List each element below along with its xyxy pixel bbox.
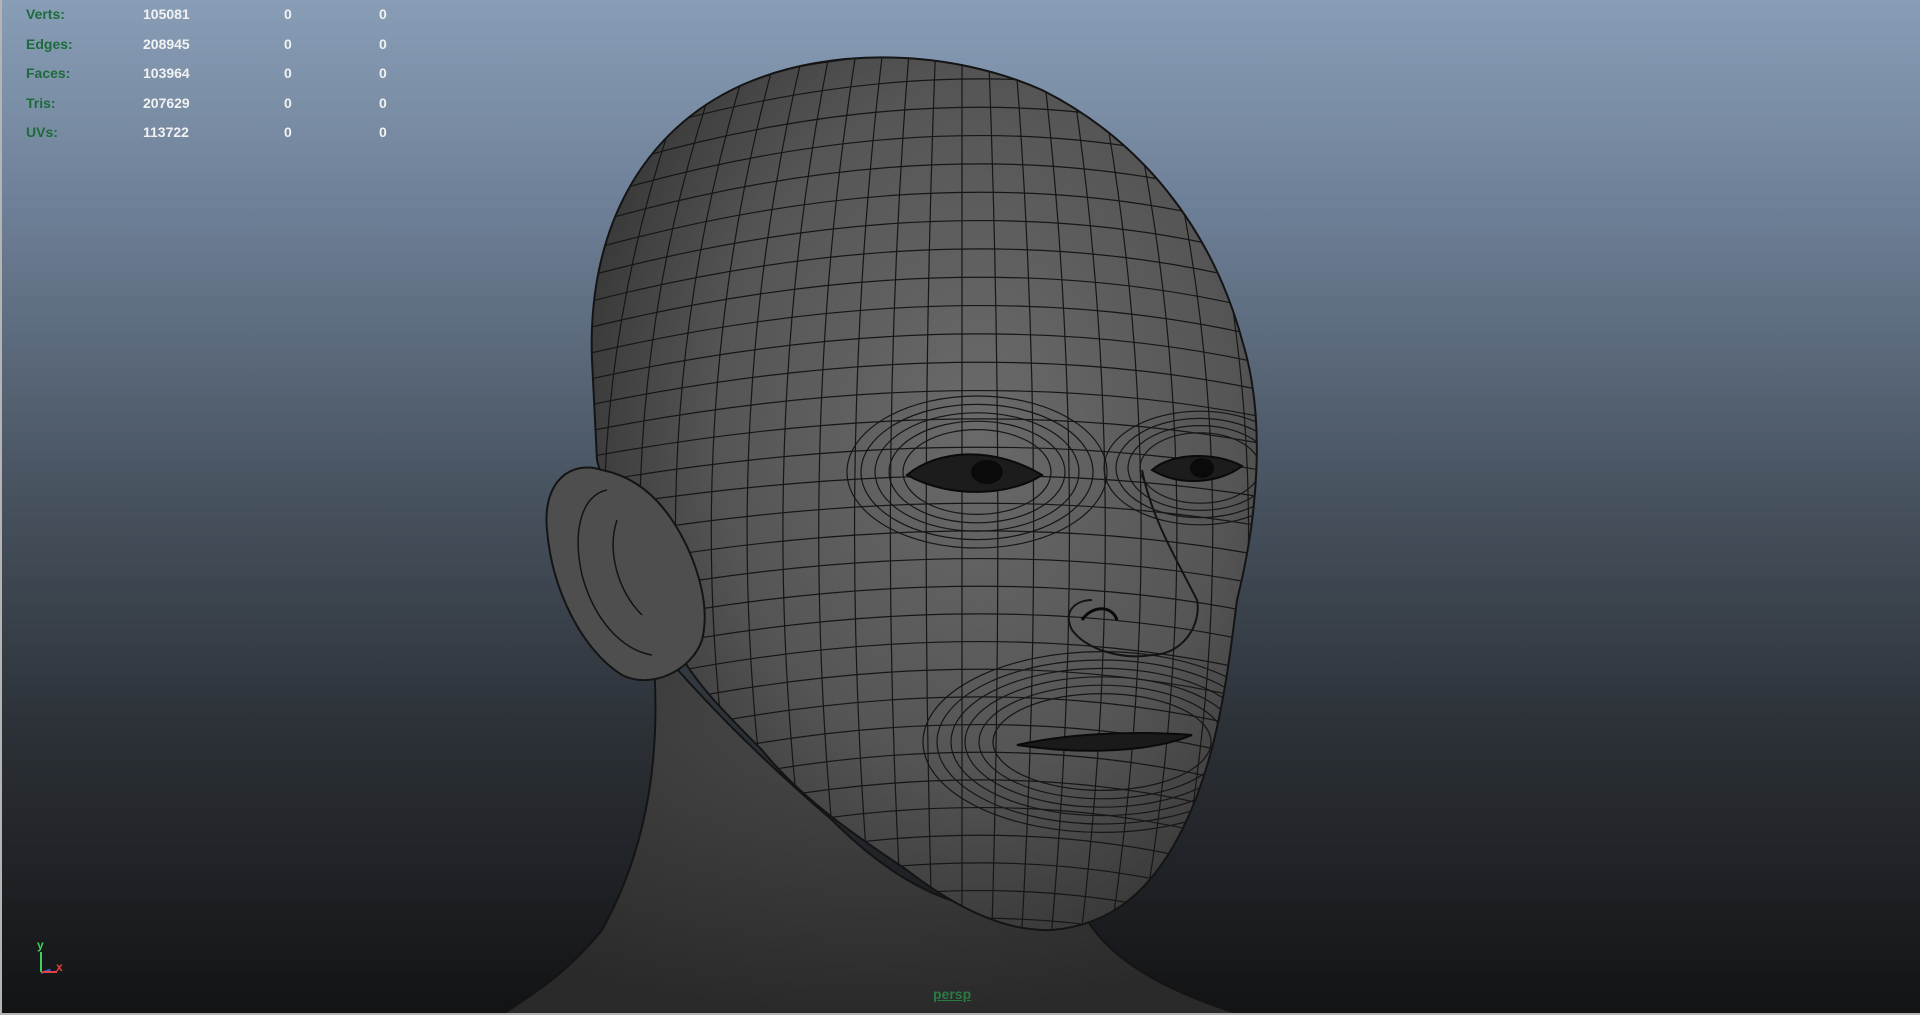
axis-x-label: x: [56, 960, 63, 974]
hud-component: 0: [379, 65, 387, 81]
hud-selected: 0: [284, 65, 292, 81]
hud-component: 0: [379, 94, 387, 111]
hud-row-uvs: UVs: 113722 0 0: [26, 118, 406, 148]
hud-selected: 0: [284, 94, 292, 111]
wire-edge: [1247, 57, 1257, 931]
hud-selected: 0: [284, 35, 292, 52]
hud-label: Verts:: [26, 6, 65, 22]
hud-total: 208945: [143, 35, 190, 52]
hud-row-tris: Tris: 207629 0 0: [26, 89, 406, 119]
xyz-axis-icon: y x: [32, 938, 72, 980]
viewport-persp[interactable]: Verts: 105081 0 0 Edges: 208945 0 0 Face…: [0, 0, 1920, 1015]
wire-edge: [1326, 40, 1463, 960]
hud-label: Faces:: [26, 65, 71, 81]
axis-x-line: [41, 971, 57, 973]
hud-row-edges: Edges: 208945 0 0: [26, 30, 406, 60]
hud-component: 0: [379, 35, 387, 52]
hud-row-faces: Faces: 103964 0 0: [26, 59, 406, 89]
hud-label: Edges:: [26, 35, 73, 52]
poly-count-hud: Verts: 105081 0 0 Edges: 208945 0 0 Face…: [26, 0, 406, 148]
head-mesh[interactable]: [2, 0, 1920, 1015]
hud-label: UVs:: [26, 124, 58, 140]
wire-edge: [1274, 40, 1392, 960]
hud-label: Tris:: [26, 94, 56, 111]
hud-total: 113722: [143, 124, 189, 140]
camera-name-label[interactable]: persp: [933, 986, 971, 1002]
hud-row-verts: Verts: 105081 0 0: [26, 0, 406, 30]
hud-selected: 0: [284, 124, 292, 140]
hud-component: 0: [379, 124, 387, 140]
axis-y-label: y: [37, 938, 44, 952]
hud-total: 207629: [143, 94, 190, 111]
axis-y-line: [40, 952, 42, 972]
hud-total: 105081: [143, 6, 190, 22]
wire-edge: [1300, 40, 1428, 960]
hud-total: 103964: [143, 65, 190, 81]
hud-selected: 0: [284, 6, 292, 22]
hud-component: 0: [379, 6, 387, 22]
